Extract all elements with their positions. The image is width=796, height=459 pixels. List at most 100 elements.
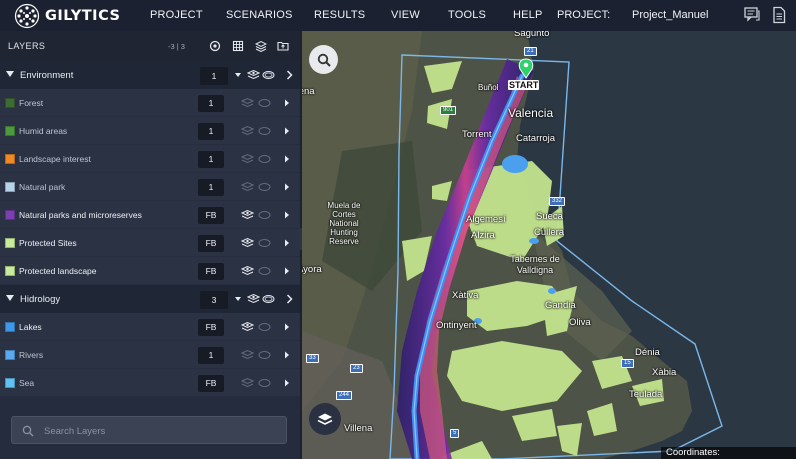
- layer-value[interactable]: 1: [198, 179, 224, 196]
- road-sign: 332: [549, 197, 566, 206]
- basemap-layers-button[interactable]: [309, 403, 341, 435]
- opacity-icon[interactable]: [258, 237, 271, 249]
- top-bar: GILYTICS PROJECT SCENARIOS RESULTS VIEW …: [0, 0, 796, 31]
- layer-color-swatch: [5, 378, 15, 388]
- layer-row-natural-parks-microreserves[interactable]: Natural parks and microreserves FB: [0, 201, 300, 229]
- layer-search[interactable]: [11, 416, 287, 444]
- chevron-right-icon[interactable]: [284, 267, 290, 275]
- place-label: Dénia: [635, 347, 660, 358]
- map-search-button[interactable]: [309, 45, 338, 74]
- visibility-on-icon[interactable]: [247, 293, 260, 305]
- chevron-right-icon[interactable]: [286, 294, 293, 304]
- nav-scenarios[interactable]: SCENARIOS: [226, 9, 293, 21]
- visibility-off-icon[interactable]: [241, 181, 254, 193]
- visibility-off-icon[interactable]: [241, 349, 254, 361]
- opacity-icon[interactable]: [258, 97, 271, 109]
- map-view[interactable]: Sagunto Valencia Buñol Torrent Catarroja…: [302, 31, 796, 459]
- opacity-icon[interactable]: [262, 293, 275, 305]
- chevron-right-icon[interactable]: [284, 211, 290, 219]
- opacity-icon[interactable]: [258, 321, 271, 333]
- road-sign: 244: [336, 391, 353, 400]
- place-label: Valencia: [508, 106, 554, 120]
- layer-color-swatch: [5, 238, 15, 248]
- chevron-right-icon[interactable]: [286, 70, 293, 80]
- layer-group-hidrology[interactable]: Hidrology 3: [0, 285, 300, 313]
- layer-value[interactable]: 1: [198, 123, 224, 140]
- opacity-icon[interactable]: [258, 377, 271, 389]
- grid-icon[interactable]: [232, 40, 244, 52]
- layer-row-rivers[interactable]: Rivers 1: [0, 341, 300, 369]
- layer-row-sea[interactable]: Sea FB: [0, 369, 300, 397]
- collapse-triangle-icon[interactable]: [6, 295, 14, 301]
- group-value[interactable]: 3: [200, 291, 228, 309]
- layer-color-swatch: [5, 266, 15, 276]
- layer-value[interactable]: 1: [198, 151, 224, 168]
- layer-row-landscape-interest[interactable]: Landscape interest 1: [0, 145, 300, 173]
- layer-row-lakes[interactable]: Lakes FB: [0, 313, 300, 341]
- layers-stack-icon[interactable]: [255, 40, 267, 52]
- visibility-off-icon[interactable]: [241, 125, 254, 137]
- visibility-off-icon[interactable]: [241, 153, 254, 165]
- target-icon[interactable]: [209, 40, 221, 52]
- place-label: Torrent: [462, 129, 492, 140]
- place-label: Xàtiva: [452, 290, 479, 301]
- nav-project[interactable]: PROJECT: [150, 9, 203, 21]
- opacity-icon[interactable]: [258, 265, 271, 277]
- visibility-off-icon[interactable]: [241, 97, 254, 109]
- visibility-on-icon[interactable]: [241, 321, 254, 333]
- layer-value[interactable]: FB: [198, 375, 224, 392]
- place-label: Oliva: [569, 317, 591, 328]
- collapse-triangle-icon[interactable]: [6, 71, 14, 77]
- opacity-icon[interactable]: [262, 69, 275, 81]
- chevron-right-icon[interactable]: [284, 379, 290, 387]
- comments-icon[interactable]: [744, 6, 760, 24]
- opacity-icon[interactable]: [258, 125, 271, 137]
- layer-row-protected-sites[interactable]: Protected Sites FB: [0, 229, 300, 257]
- layer-row-humid-areas[interactable]: Humid areas 1: [0, 117, 300, 145]
- logo[interactable]: GILYTICS: [13, 3, 120, 29]
- project-name[interactable]: Project_Manuel: [632, 9, 708, 21]
- layer-group-environment[interactable]: Environment 1: [0, 61, 300, 89]
- layer-value[interactable]: FB: [198, 319, 224, 336]
- search-layers-input[interactable]: [44, 423, 274, 439]
- chevron-down-icon[interactable]: [235, 297, 241, 301]
- place-label: Teulada: [629, 389, 663, 400]
- layer-value[interactable]: FB: [198, 207, 224, 224]
- visibility-on-icon[interactable]: [241, 265, 254, 277]
- chevron-right-icon[interactable]: [284, 155, 290, 163]
- layer-row-protected-landscape[interactable]: Protected landscape FB: [0, 257, 300, 285]
- chevron-right-icon[interactable]: [284, 239, 290, 247]
- group-value[interactable]: 1: [200, 67, 228, 85]
- layer-value[interactable]: FB: [198, 263, 224, 280]
- place-label: Ontinyent: [436, 320, 477, 331]
- chevron-right-icon[interactable]: [284, 127, 290, 135]
- layer-row-natural-park[interactable]: Natural park 1: [0, 173, 300, 201]
- opacity-icon[interactable]: [258, 153, 271, 165]
- coordinates-bar: Coordinates:: [661, 447, 796, 459]
- visibility-on-icon[interactable]: [241, 237, 254, 249]
- nav-tools[interactable]: TOOLS: [448, 9, 486, 21]
- nav-view[interactable]: VIEW: [391, 9, 420, 21]
- visibility-off-icon[interactable]: [241, 377, 254, 389]
- folder-upload-icon[interactable]: [277, 40, 289, 52]
- chevron-right-icon[interactable]: [284, 183, 290, 191]
- layer-label: Lakes: [19, 322, 42, 332]
- layer-row-forest[interactable]: Forest 1: [0, 89, 300, 117]
- chevron-right-icon[interactable]: [284, 351, 290, 359]
- layer-value[interactable]: 1: [198, 347, 224, 364]
- opacity-icon[interactable]: [258, 209, 271, 221]
- chevron-right-icon[interactable]: [284, 99, 290, 107]
- opacity-icon[interactable]: [258, 181, 271, 193]
- nav-help[interactable]: HELP: [513, 9, 543, 21]
- nav-results[interactable]: RESULTS: [314, 9, 365, 21]
- chevron-down-icon[interactable]: [235, 73, 241, 77]
- chevron-right-icon[interactable]: [284, 323, 290, 331]
- document-icon[interactable]: [771, 6, 787, 24]
- visibility-on-icon[interactable]: [241, 209, 254, 221]
- opacity-icon[interactable]: [258, 349, 271, 361]
- visibility-on-icon[interactable]: [247, 69, 260, 81]
- layer-value[interactable]: FB: [198, 235, 224, 252]
- layer-color-swatch: [5, 322, 15, 332]
- layers-header: LAYERS -3 | 3: [0, 31, 300, 61]
- layer-value[interactable]: 1: [198, 95, 224, 112]
